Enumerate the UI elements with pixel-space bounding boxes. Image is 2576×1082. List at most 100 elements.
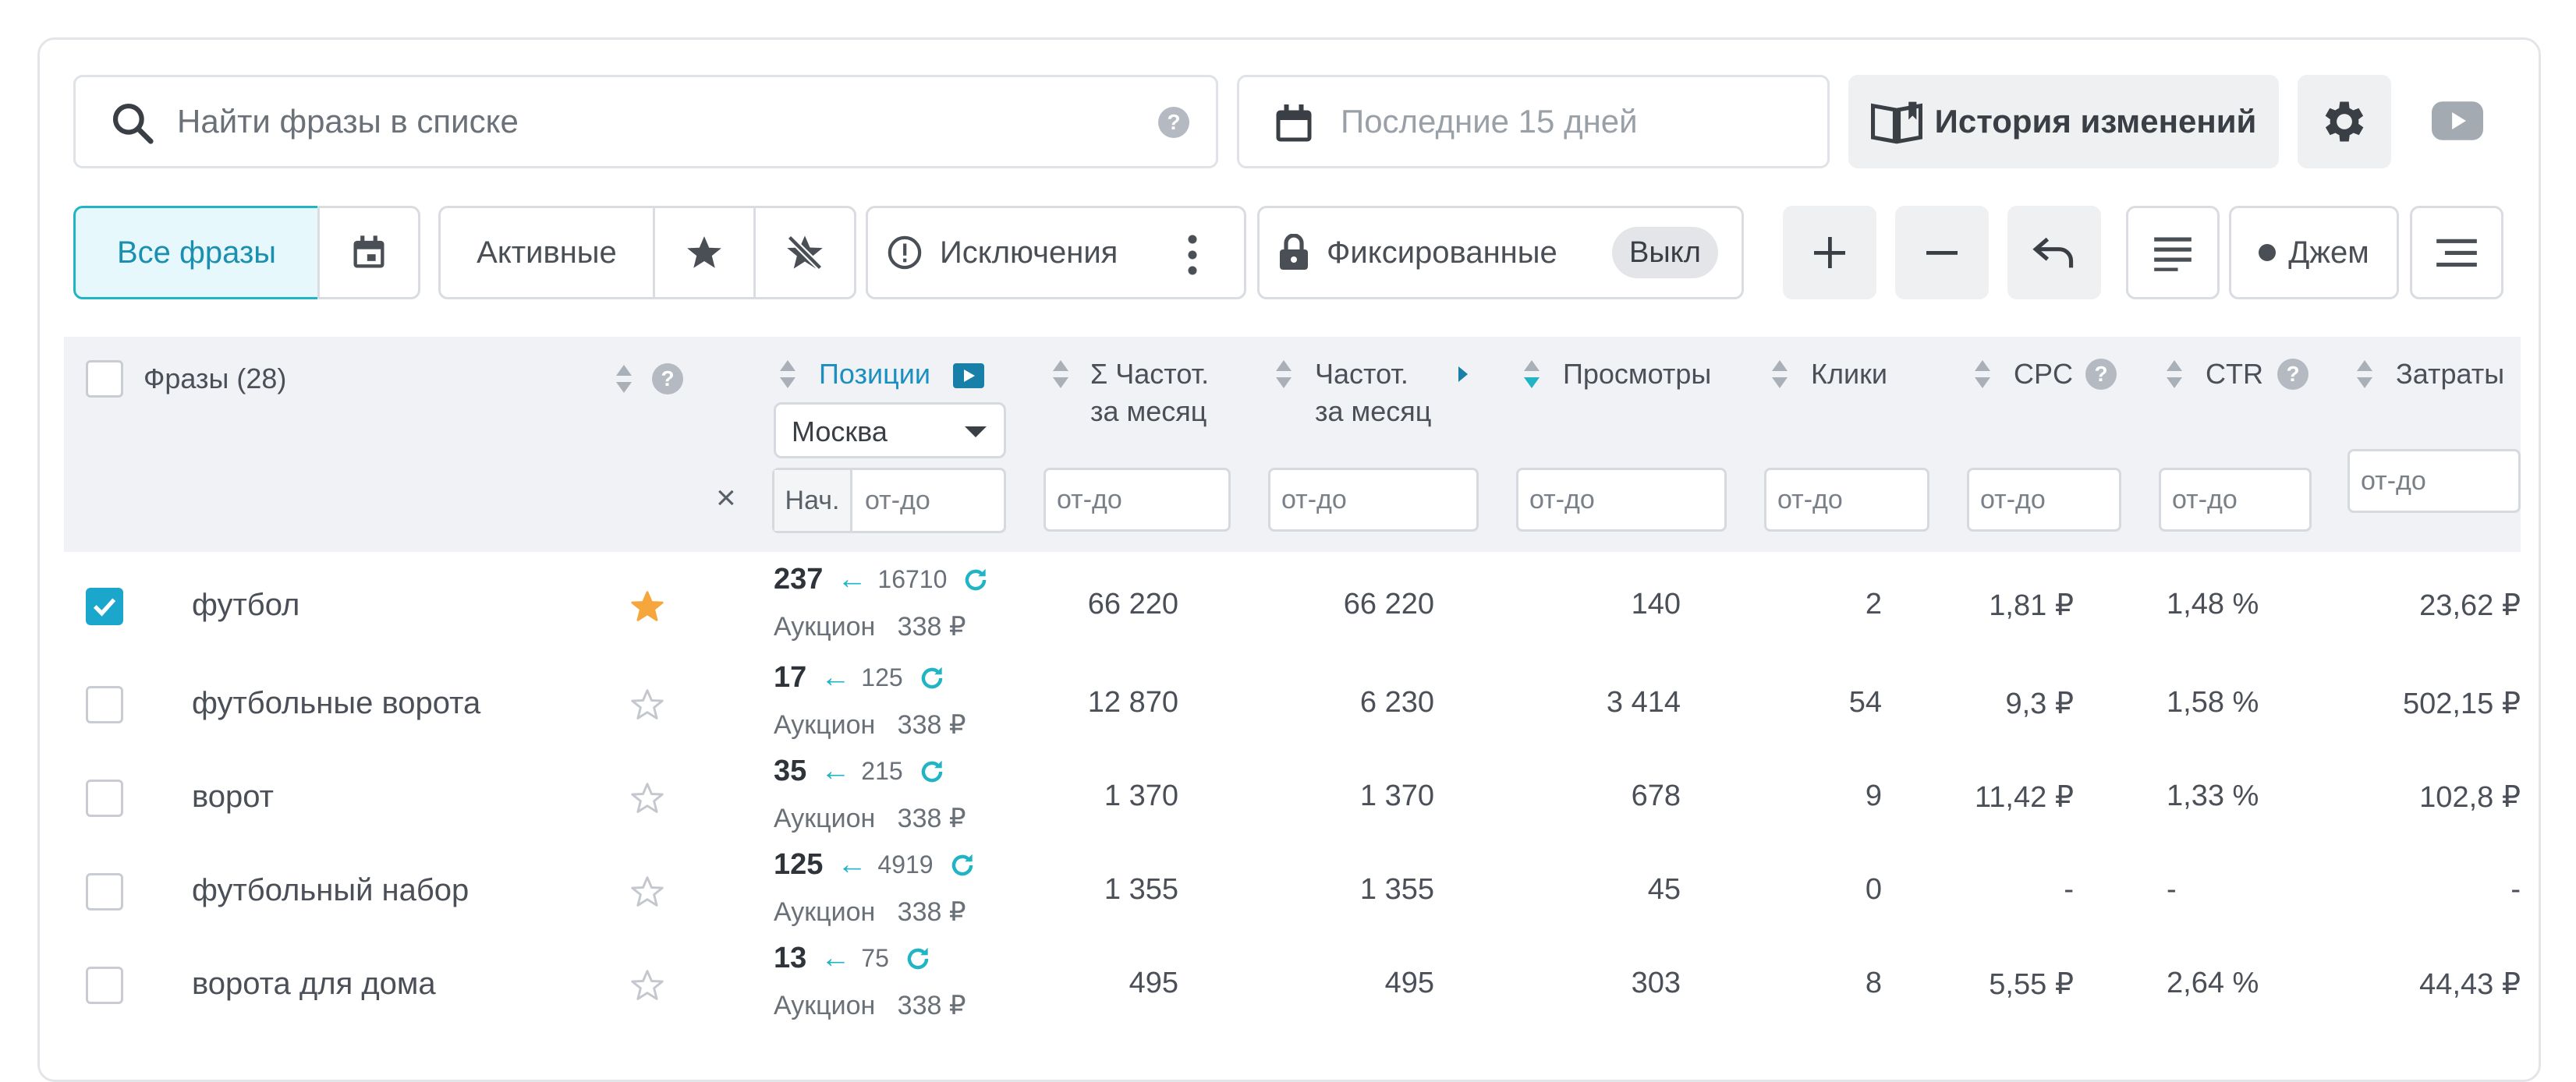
star-icon[interactable] bbox=[630, 875, 664, 909]
youtube-icon[interactable] bbox=[2432, 98, 2483, 143]
positions-play-icon[interactable] bbox=[953, 363, 984, 388]
position-current: 17 bbox=[774, 661, 807, 694]
calendar-icon bbox=[353, 235, 384, 268]
sort-phrases-icon[interactable] bbox=[616, 365, 632, 396]
filter-unstarred-button[interactable] bbox=[753, 206, 856, 299]
cpc-filter[interactable]: от-до bbox=[1967, 468, 2121, 532]
fixed-toggle[interactable]: Выкл bbox=[1612, 227, 1718, 278]
more-vert-icon[interactable] bbox=[1188, 232, 1197, 275]
header-positions[interactable]: Позиции bbox=[819, 355, 930, 393]
filter-all-phrases[interactable]: Все фразы bbox=[73, 206, 320, 299]
filter-placeholder: от-до bbox=[1057, 484, 1122, 514]
plus-icon bbox=[1814, 237, 1845, 268]
filter-exclusions[interactable]: Исключения bbox=[866, 206, 1246, 299]
select-all-checkbox[interactable] bbox=[86, 360, 123, 398]
region-value: Москва bbox=[792, 415, 888, 447]
clicks-value: 0 bbox=[1865, 873, 1882, 906]
text-view-button[interactable] bbox=[2126, 206, 2220, 299]
arrow-left-icon: ← bbox=[837, 563, 867, 596]
sort-lines-icon bbox=[2436, 239, 2477, 267]
freq-expand-icon[interactable] bbox=[1458, 366, 1468, 382]
refresh-icon[interactable] bbox=[917, 663, 947, 693]
views-filter[interactable]: от-до bbox=[1516, 468, 1727, 532]
filter-by-date-button[interactable] bbox=[317, 206, 420, 299]
row-checkbox[interactable] bbox=[86, 686, 123, 723]
remove-button[interactable] bbox=[1895, 206, 1989, 299]
phrase-text: ворот bbox=[192, 780, 274, 814]
star-icon[interactable] bbox=[630, 968, 664, 1002]
cost-filter[interactable]: от-до bbox=[2347, 449, 2521, 513]
table-row[interactable]: футбольные ворота 17 ← 125 Аукцион 338 ₽ 12 8… bbox=[0, 650, 2521, 744]
star-icon[interactable] bbox=[630, 688, 664, 722]
filter-placeholder: от-до bbox=[2361, 465, 2426, 496]
freq-value: 495 bbox=[1384, 967, 1434, 999]
ctr-value: 1,33 % bbox=[2167, 780, 2259, 812]
views-value: 678 bbox=[1631, 780, 1681, 812]
clicks-value: 9 bbox=[1865, 780, 1882, 812]
refresh-icon[interactable] bbox=[961, 565, 990, 595]
sort-positions-icon[interactable] bbox=[780, 360, 795, 391]
sort-freq-sum-icon[interactable] bbox=[1053, 360, 1068, 391]
header-freq-sum-line2: за месяц bbox=[1090, 395, 1207, 427]
cpc-value: 9,3 ₽ bbox=[2005, 688, 2074, 720]
book-icon bbox=[1870, 101, 1922, 144]
sort-menu-button[interactable] bbox=[2410, 206, 2503, 299]
search-help-icon[interactable]: ? bbox=[1158, 107, 1189, 138]
sort-clicks-icon[interactable] bbox=[1772, 360, 1788, 391]
ctr-help-icon[interactable]: ? bbox=[2277, 359, 2308, 390]
filter-fixed[interactable]: Фиксированные Выкл bbox=[1257, 206, 1744, 299]
filter-starred-button[interactable] bbox=[653, 206, 756, 299]
row-checkbox[interactable] bbox=[86, 588, 123, 625]
freq-sum-value: 495 bbox=[1129, 967, 1178, 999]
table-row[interactable]: ворота для дома 13 ← 75 Аукцион 338 ₽ 495 495 3… bbox=[0, 931, 2521, 1024]
table-body: футбол 237 ← 16710 Аукцион 338 ₽ 66 220 66 220… bbox=[0, 552, 2521, 1041]
freq-value: 66 220 bbox=[1343, 588, 1434, 621]
sort-cost-icon[interactable] bbox=[2357, 360, 2372, 391]
undo-button[interactable] bbox=[2007, 206, 2101, 299]
row-checkbox[interactable] bbox=[86, 967, 123, 1004]
history-label: История изменений bbox=[1934, 103, 2257, 140]
star-icon[interactable] bbox=[630, 781, 664, 815]
position-current: 13 bbox=[774, 942, 807, 974]
search-input[interactable]: Найти фразы в списке ? bbox=[73, 75, 1218, 168]
star-icon[interactable] bbox=[630, 589, 664, 624]
views-value: 303 bbox=[1631, 967, 1681, 999]
position-value: 17 ← 125 bbox=[774, 661, 947, 695]
sort-freq-icon[interactable] bbox=[1276, 360, 1292, 391]
freq-sum-filter[interactable]: от-до bbox=[1044, 468, 1231, 532]
table-row[interactable]: ворот 35 ← 215 Аукцион 338 ₽ 1 370 1 370 678 9 11… bbox=[0, 744, 2521, 837]
position-previous: 75 bbox=[861, 944, 889, 972]
table-row[interactable]: футбольный набор 125 ← 4919 Аукцион 338 ₽ 1 3… bbox=[0, 837, 2521, 931]
table-row[interactable]: футбол 237 ← 16710 Аукцион 338 ₽ 66 220 66 220… bbox=[0, 552, 2521, 645]
refresh-icon[interactable] bbox=[948, 850, 977, 880]
positions-filter[interactable]: Нач. от-до bbox=[772, 468, 1006, 533]
clear-filters-button[interactable]: × bbox=[716, 479, 736, 518]
ctr-filter[interactable]: от-до bbox=[2159, 468, 2312, 532]
refresh-icon[interactable] bbox=[903, 944, 933, 974]
sort-views-icon[interactable] bbox=[1524, 360, 1540, 391]
filter-placeholder: от-до bbox=[2172, 484, 2238, 514]
jam-button[interactable]: Джем bbox=[2229, 206, 2399, 299]
header-cost: Затраты bbox=[2396, 358, 2505, 390]
add-button[interactable] bbox=[1783, 206, 1876, 299]
sort-ctr-icon[interactable] bbox=[2167, 360, 2182, 391]
positions-start-label[interactable]: Нач. bbox=[774, 470, 852, 531]
refresh-icon[interactable] bbox=[917, 757, 947, 787]
settings-button[interactable] bbox=[2298, 75, 2391, 168]
region-select[interactable]: Москва bbox=[774, 402, 1006, 458]
row-checkbox[interactable] bbox=[86, 873, 123, 911]
cpc-help-icon[interactable]: ? bbox=[2085, 359, 2117, 390]
sort-cpc-icon[interactable] bbox=[1975, 360, 1990, 391]
history-button[interactable]: История изменений bbox=[1848, 75, 2279, 168]
phrases-help-icon[interactable]: ? bbox=[652, 363, 683, 394]
position-current: 35 bbox=[774, 755, 807, 787]
filter-active[interactable]: Активные bbox=[438, 206, 655, 299]
header-phrases: Фразы (28) bbox=[144, 362, 287, 394]
freq-filter[interactable]: от-до bbox=[1268, 468, 1479, 532]
clicks-filter[interactable]: от-до bbox=[1764, 468, 1929, 532]
header-freq-sum-line1: Σ Частот. bbox=[1090, 358, 1210, 390]
date-range-input[interactable]: Последние 15 дней bbox=[1237, 75, 1830, 168]
ctr-value: - bbox=[2167, 873, 2177, 906]
row-checkbox[interactable] bbox=[86, 780, 123, 817]
filter-placeholder: от-до bbox=[1777, 484, 1843, 514]
